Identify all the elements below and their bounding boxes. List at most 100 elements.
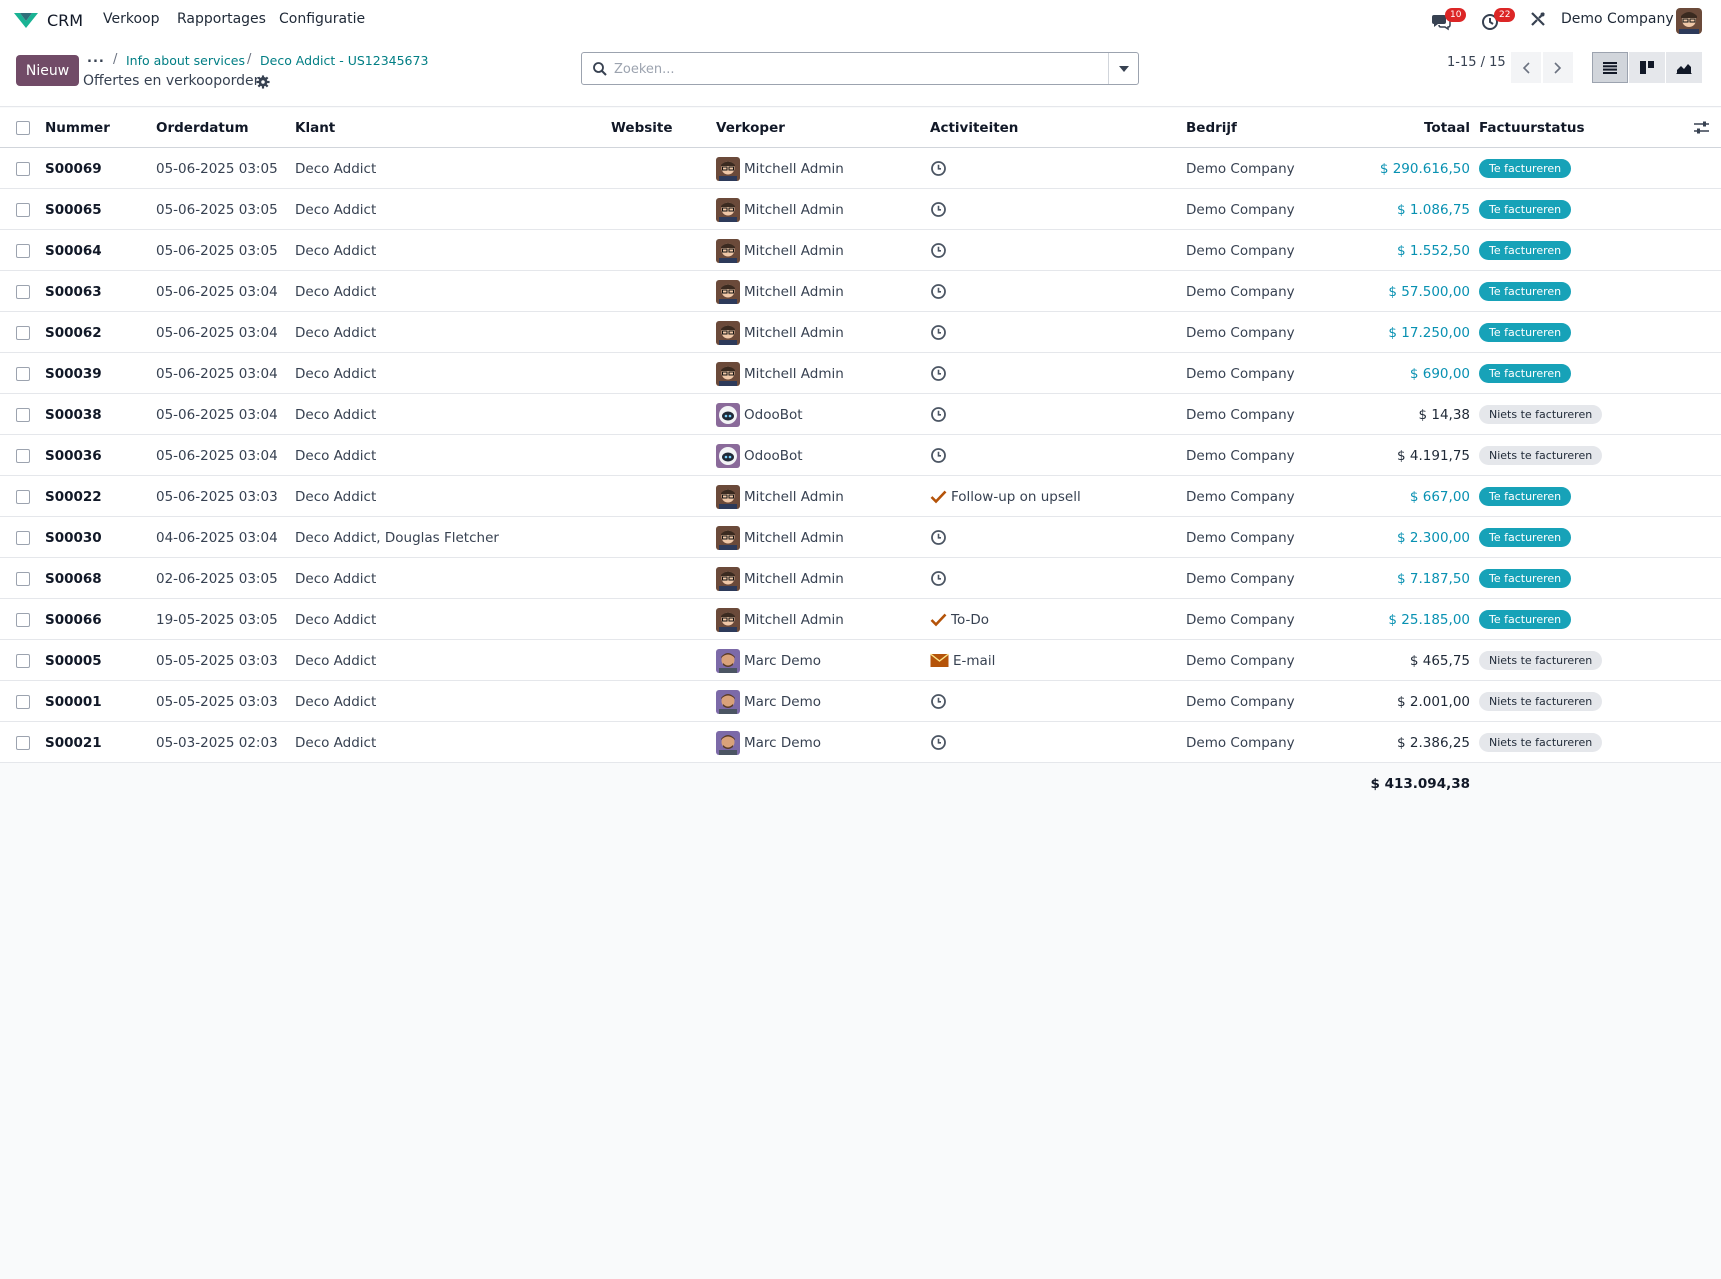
kanban-view-button[interactable]: [1629, 52, 1665, 83]
salesperson[interactable]: Mitchell Admin: [716, 230, 844, 271]
salesperson[interactable]: Mitchell Admin: [716, 353, 844, 394]
salesperson[interactable]: Marc Demo: [716, 722, 821, 763]
activity-cell[interactable]: [930, 517, 947, 558]
table-row[interactable]: S00038 05-06-2025 03:04 Deco Addict OdooBot…: [0, 394, 1721, 435]
app-name[interactable]: CRM: [47, 11, 83, 30]
new-button[interactable]: Nieuw: [16, 55, 79, 86]
salesperson[interactable]: Marc Demo: [716, 681, 821, 722]
row-checkbox[interactable]: [16, 366, 30, 381]
table-row[interactable]: S00036 05-06-2025 03:04 Deco Addict OdooBot…: [0, 435, 1721, 476]
column-header-number[interactable]: Nummer: [45, 108, 110, 148]
clock-icon[interactable]: [930, 570, 947, 587]
check-icon[interactable]: [930, 611, 947, 628]
column-header-activities[interactable]: Activiteiten: [930, 108, 1018, 148]
menu-configuratie[interactable]: Configuratie: [279, 11, 365, 27]
pager-previous-button[interactable]: [1511, 52, 1541, 83]
row-checkbox[interactable]: [16, 694, 30, 709]
search-options-toggle[interactable]: [1108, 53, 1138, 84]
salesperson[interactable]: Mitchell Admin: [716, 599, 844, 640]
table-row[interactable]: S00069 05-06-2025 03:05 Deco Addict Mitchel…: [0, 148, 1721, 189]
table-row[interactable]: S00039 05-06-2025 03:04 Deco Addict Mitchel…: [0, 353, 1721, 394]
salesperson[interactable]: OdooBot: [716, 435, 803, 476]
search-input[interactable]: [614, 58, 1084, 80]
column-header-invoice-status[interactable]: Factuurstatus: [1479, 108, 1585, 148]
column-header-salesperson[interactable]: Verkoper: [716, 108, 785, 148]
salesperson[interactable]: Mitchell Admin: [716, 271, 844, 312]
clock-icon[interactable]: [930, 406, 947, 423]
row-checkbox[interactable]: [16, 448, 30, 463]
row-checkbox[interactable]: [16, 243, 30, 258]
clock-icon[interactable]: [930, 529, 947, 546]
activity-cell[interactable]: [930, 394, 947, 435]
table-row[interactable]: S00064 05-06-2025 03:05 Deco Addict Mitchel…: [0, 230, 1721, 271]
clock-icon[interactable]: [930, 201, 947, 218]
table-row[interactable]: S00063 05-06-2025 03:04 Deco Addict Mitchel…: [0, 271, 1721, 312]
activity-cell[interactable]: [930, 435, 947, 476]
row-checkbox[interactable]: [16, 571, 30, 586]
salesperson[interactable]: Mitchell Admin: [716, 517, 844, 558]
crm-app-logo-icon[interactable]: [13, 10, 39, 32]
activity-cell[interactable]: E-mail: [930, 640, 995, 681]
activity-cell[interactable]: [930, 722, 947, 763]
optional-columns-icon[interactable]: [1694, 121, 1709, 135]
user-avatar[interactable]: [1676, 8, 1702, 34]
row-checkbox[interactable]: [16, 202, 30, 217]
row-checkbox[interactable]: [16, 653, 30, 668]
clock-icon[interactable]: [930, 160, 947, 177]
breadcrumb-deco-addict[interactable]: Deco Addict - US12345673: [260, 53, 428, 68]
row-checkbox[interactable]: [16, 325, 30, 340]
table-row[interactable]: S00066 19-05-2025 03:05 Deco Addict Mitchel…: [0, 599, 1721, 640]
activity-cell[interactable]: [930, 271, 947, 312]
table-row[interactable]: S00022 05-06-2025 03:03 Deco Addict Mitchel…: [0, 476, 1721, 517]
pager-value[interactable]: 1-15 / 15: [1447, 55, 1506, 70]
company-switcher[interactable]: Demo Company: [1561, 11, 1674, 27]
salesperson[interactable]: Mitchell Admin: [716, 312, 844, 353]
activity-cell[interactable]: [930, 148, 947, 189]
breadcrumb-info-about-services[interactable]: Info about services: [126, 53, 245, 68]
row-checkbox[interactable]: [16, 284, 30, 299]
clock-icon[interactable]: [930, 365, 947, 382]
clock-icon[interactable]: [930, 242, 947, 259]
column-header-website[interactable]: Website: [611, 108, 673, 148]
activity-cell[interactable]: [930, 230, 947, 271]
clock-icon[interactable]: [930, 324, 947, 341]
table-row[interactable]: S00030 04-06-2025 03:04 Deco Addict, Dougl…: [0, 517, 1721, 558]
clock-icon[interactable]: [930, 447, 947, 464]
clock-icon[interactable]: [930, 283, 947, 300]
salesperson[interactable]: Marc Demo: [716, 640, 821, 681]
menu-verkoop[interactable]: Verkoop: [103, 11, 160, 27]
column-header-company[interactable]: Bedrijf: [1186, 108, 1237, 148]
salesperson[interactable]: Mitchell Admin: [716, 558, 844, 599]
row-checkbox[interactable]: [16, 612, 30, 627]
salesperson[interactable]: Mitchell Admin: [716, 476, 844, 517]
list-view-button[interactable]: [1592, 52, 1628, 83]
row-checkbox[interactable]: [16, 735, 30, 750]
row-checkbox[interactable]: [16, 161, 30, 176]
envelope-icon[interactable]: [930, 653, 949, 668]
table-row[interactable]: S00062 05-06-2025 03:04 Deco Addict Mitchel…: [0, 312, 1721, 353]
activities-button[interactable]: 22: [1481, 8, 1516, 32]
row-checkbox[interactable]: [16, 530, 30, 545]
debug-tools-button[interactable]: [1530, 11, 1550, 31]
table-row[interactable]: S00068 02-06-2025 03:05 Deco Addict Mitchel…: [0, 558, 1721, 599]
activity-cell[interactable]: [930, 558, 947, 599]
activity-cell[interactable]: To-Do: [930, 599, 989, 640]
clock-icon[interactable]: [930, 693, 947, 710]
activity-cell[interactable]: [930, 189, 947, 230]
activity-cell[interactable]: [930, 681, 947, 722]
row-checkbox[interactable]: [16, 489, 30, 504]
activity-cell[interactable]: [930, 312, 947, 353]
check-icon[interactable]: [930, 488, 947, 505]
messages-button[interactable]: 10: [1431, 8, 1467, 32]
gear-icon[interactable]: [256, 75, 270, 89]
table-row[interactable]: S00001 05-05-2025 03:03 Deco Addict Marc De…: [0, 681, 1721, 722]
select-all-checkbox[interactable]: [16, 121, 30, 135]
clock-icon[interactable]: [930, 734, 947, 751]
table-row[interactable]: S00021 05-03-2025 02:03 Deco Addict Marc De…: [0, 722, 1721, 763]
breadcrumb-collapsed[interactable]: ...: [87, 51, 105, 66]
row-checkbox[interactable]: [16, 407, 30, 422]
salesperson[interactable]: Mitchell Admin: [716, 148, 844, 189]
pager-next-button[interactable]: [1543, 52, 1573, 83]
salesperson[interactable]: OdooBot: [716, 394, 803, 435]
salesperson[interactable]: Mitchell Admin: [716, 189, 844, 230]
